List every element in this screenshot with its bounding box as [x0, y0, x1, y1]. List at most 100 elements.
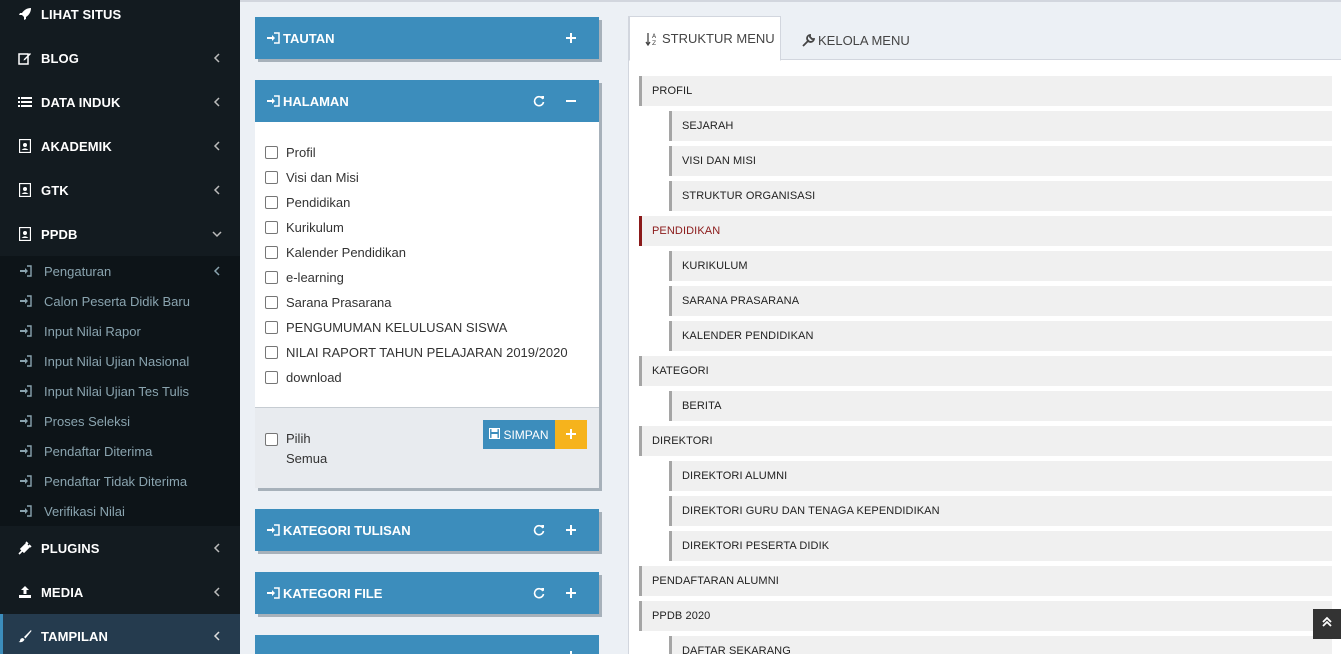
menu-tree-item-active[interactable]: PENDIDIKAN [639, 216, 1332, 246]
sidebar-subitem-proses-seleksi[interactable]: Proses Seleksi [0, 406, 240, 436]
kategori-tulisan-box: KATEGORI TULISAN [255, 509, 599, 551]
menu-tree-item[interactable]: KURIKULUM [669, 251, 1332, 281]
page-checkbox-row[interactable]: Profil [265, 142, 316, 162]
scroll-to-top-button[interactable] [1313, 609, 1341, 639]
chevron-left-icon [212, 266, 222, 276]
menu-tree-item[interactable]: DIREKTORI [639, 426, 1332, 456]
menu-tree-item[interactable]: VISI DAN MISI [669, 146, 1332, 176]
svg-text:A: A [652, 33, 657, 40]
checkbox[interactable] [265, 370, 278, 384]
page-checkbox-row[interactable]: Sarana Prasarana [265, 292, 392, 312]
tautan-box-header[interactable]: TAUTAN [255, 17, 599, 59]
menu-tree-item[interactable]: SEJARAH [669, 111, 1332, 141]
checkbox[interactable] [265, 220, 278, 234]
menu-tree-item[interactable]: PENDAFTARAN ALUMNI [639, 566, 1332, 596]
checkbox[interactable] [265, 295, 278, 309]
sidebar-subitem-pendaftar-diterima[interactable]: Pendaftar Diterima [0, 436, 240, 466]
halaman-box-header: HALAMAN [255, 80, 599, 122]
expand-plus-icon[interactable] [563, 30, 579, 46]
sidebar-item-blog[interactable]: BLOG [0, 36, 240, 80]
page-checkbox-row[interactable]: NILAI RAPORT TAHUN PELAJARAN 2019/2020 [265, 342, 568, 362]
sidebar-item-tampilan[interactable]: TAMPILAN [0, 614, 240, 654]
sidebar-item-data-induk[interactable]: DATA INDUK [0, 80, 240, 124]
sidebar-item-plugins[interactable]: PLUGINS [0, 526, 240, 570]
sidebar-subitem-calon-peserta[interactable]: Calon Peserta Didik Baru [0, 286, 240, 316]
page-checkbox-row[interactable]: Kurikulum [265, 217, 344, 237]
sidebar-subitem-input-nilai-un[interactable]: Input Nilai Ujian Nasional [0, 346, 240, 376]
checkbox[interactable] [265, 170, 278, 184]
collapse-minus-icon[interactable] [563, 93, 579, 109]
page-checkbox-row[interactable]: download [265, 367, 342, 387]
chevron-down-icon [212, 229, 222, 239]
page-checkbox-row[interactable]: Kalender Pendidikan [265, 242, 406, 262]
save-icon [489, 427, 501, 442]
menu-tree-item[interactable]: KALENDER PENDIDIKAN [669, 321, 1332, 351]
menu-tree-item[interactable]: DIREKTORI GURU DAN TENAGA KEPENDIDIKAN [669, 496, 1332, 526]
menu-tree-item[interactable]: KATEGORI [639, 356, 1332, 386]
edit-icon [18, 51, 32, 65]
rocket-icon [18, 7, 32, 21]
halaman-box-footer: Pilih Semua SIMPAN [255, 407, 599, 488]
sidebar-item-akademik[interactable]: AKADEMIK [0, 124, 240, 168]
expand-plus-icon[interactable] [563, 648, 579, 654]
next-box-partial [255, 635, 599, 654]
sidebar-subitem-input-nilai-rapor[interactable]: Input Nilai Rapor [0, 316, 240, 346]
checkbox[interactable] [265, 145, 278, 159]
checkbox[interactable] [265, 195, 278, 209]
sign-in-icon [20, 295, 32, 307]
menu-tree-item[interactable]: PROFIL [639, 76, 1332, 106]
menu-tree-item[interactable]: DAFTAR SEKARANG [669, 636, 1332, 654]
expand-plus-icon[interactable] [563, 585, 579, 601]
checkbox[interactable] [265, 320, 278, 334]
sidebar-subitem-input-nilai-tes-tulis[interactable]: Input Nilai Ujian Tes Tulis [0, 376, 240, 406]
kategori-file-box-header[interactable]: KATEGORI FILE [255, 572, 599, 614]
menu-tree-item[interactable]: STRUKTUR ORGANISASI [669, 181, 1332, 211]
tab-struktur-menu[interactable]: AZ STRUKTUR MENU [629, 16, 781, 61]
menu-tree-item[interactable]: DIREKTORI ALUMNI [669, 461, 1332, 491]
checkbox[interactable] [265, 270, 278, 284]
page-checkbox-row[interactable]: PENGUMUMAN KELULUSAN SISWA [265, 317, 507, 337]
sidebar-item-lihat-situs[interactable]: LIHAT SITUS [0, 0, 240, 36]
sidebar-subitem-pendaftar-tidak-diterima[interactable]: Pendaftar Tidak Diterima [0, 466, 240, 496]
double-chevron-up-icon [1321, 615, 1333, 633]
plug-icon [18, 541, 32, 555]
page-checkbox-row[interactable]: Pendidikan [265, 192, 350, 212]
sidebar-item-gtk[interactable]: GTK [0, 168, 240, 212]
tautan-box: TAUTAN [255, 17, 599, 59]
sidebar-item-ppdb[interactable]: PPDB [0, 212, 240, 256]
checkbox[interactable] [265, 245, 278, 259]
next-box-header[interactable] [255, 635, 599, 654]
refresh-icon[interactable] [531, 585, 547, 601]
sign-in-icon [20, 475, 32, 487]
select-all-label-line1: Pilih [286, 431, 311, 446]
save-button[interactable]: SIMPAN [483, 420, 555, 449]
page-checkbox-row[interactable]: e-learning [265, 267, 344, 287]
sidebar-subitem-pengaturan[interactable]: Pengaturan [0, 256, 240, 286]
checkbox[interactable] [265, 345, 278, 359]
menu-tree-item[interactable]: PPDB 2020 [639, 601, 1332, 631]
menu-tree-item[interactable]: DIREKTORI PESERTA DIDIK [669, 531, 1332, 561]
expand-plus-icon[interactable] [563, 522, 579, 538]
sort-alpha-icon: AZ [645, 32, 659, 46]
tab-kelola-menu[interactable]: KELOLA MENU [801, 20, 921, 60]
menu-tree-item[interactable]: BERITA [669, 391, 1332, 421]
select-all-checkbox[interactable]: Pilih Semua [265, 429, 327, 469]
add-button[interactable] [555, 420, 587, 449]
refresh-icon[interactable] [531, 522, 547, 538]
sign-in-icon [266, 523, 280, 537]
id-card-icon [18, 183, 32, 197]
refresh-icon[interactable] [531, 93, 547, 109]
menu-structure-panel: AZ STRUKTUR MENU KELOLA MENU PROFIL SEJA… [628, 16, 1341, 654]
id-card-icon [18, 139, 32, 153]
chevron-left-icon [212, 543, 222, 553]
select-all-label-line2: Semua [286, 451, 328, 466]
kategori-tulisan-box-header[interactable]: KATEGORI TULISAN [255, 509, 599, 551]
sign-in-icon [266, 31, 280, 45]
sidebar-subitem-verifikasi-nilai[interactable]: Verifikasi Nilai [0, 496, 240, 526]
list-icon [18, 95, 32, 109]
sidebar-item-media[interactable]: MEDIA [0, 570, 240, 614]
halaman-box: HALAMAN Profil Visi dan Misi Pendidikan … [255, 80, 599, 488]
page-checkbox-row[interactable]: Visi dan Misi [265, 167, 359, 187]
menu-tree-item[interactable]: SARANA PRASARANA [669, 286, 1332, 316]
checkbox[interactable] [265, 433, 278, 446]
